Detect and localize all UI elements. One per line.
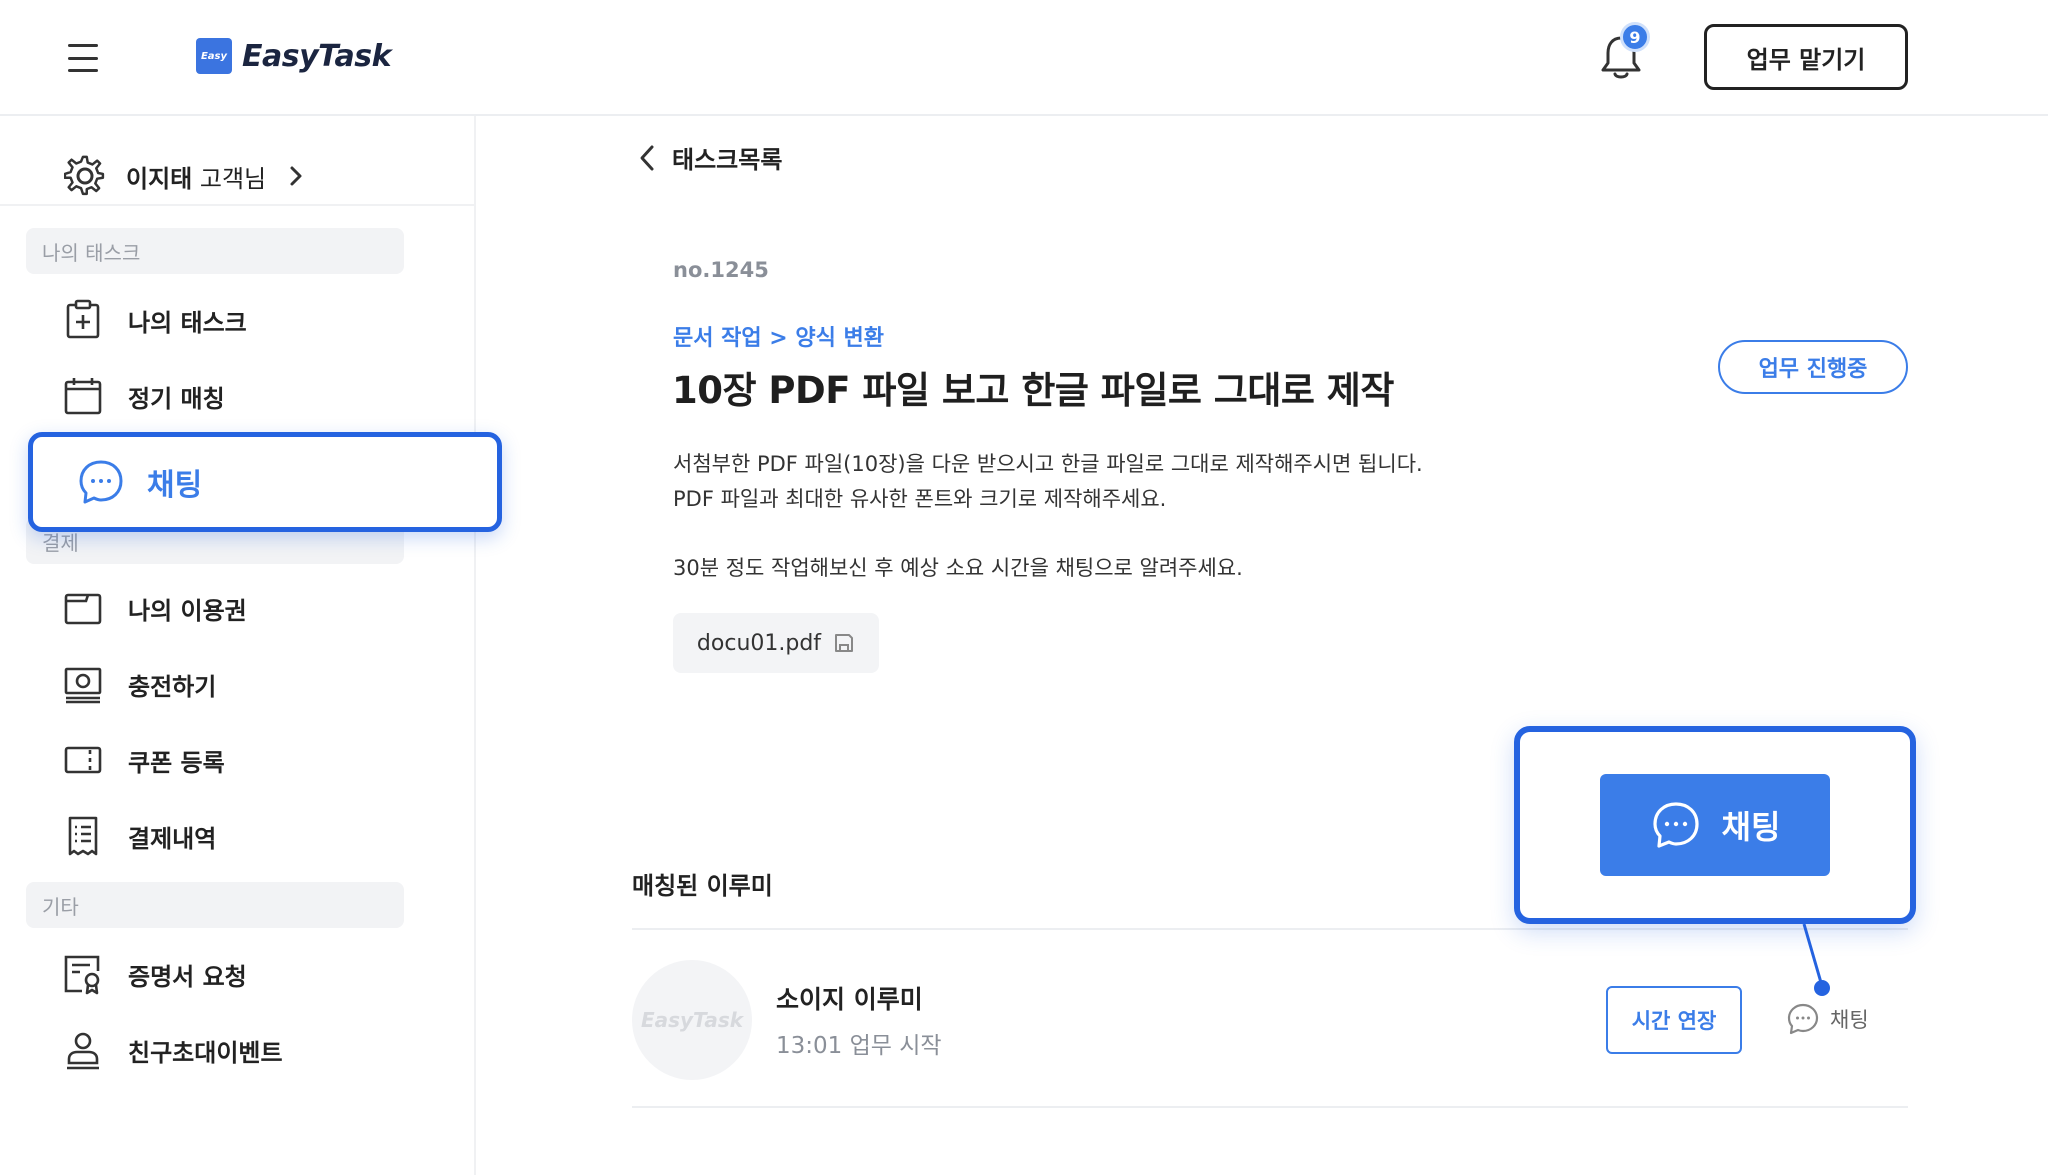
chevron-right-icon xyxy=(290,166,302,186)
logo-mark: Easy xyxy=(196,38,232,74)
certificate-icon xyxy=(64,955,100,995)
matched-iru-title: 매칭된 이루미 xyxy=(632,872,773,900)
divider xyxy=(632,1106,1908,1108)
chevron-left-icon xyxy=(640,145,654,170)
calendar-icon xyxy=(64,378,102,415)
sidebar-item-label: 충전하기 xyxy=(128,672,217,701)
sidebar-item-charge[interactable]: 충전하기 xyxy=(62,656,216,712)
logo-text: EasyTask xyxy=(242,38,392,74)
task-number: no.1245 xyxy=(673,258,769,282)
chat-label: 채팅 xyxy=(1830,1008,1869,1032)
description-line: 서첨부한 PDF 파일(10장)을 다운 받으시고 한글 파일로 그대로 제작해… xyxy=(673,452,1423,476)
chat-bubble-icon xyxy=(1787,1003,1819,1035)
sidebar-item-my-voucher[interactable]: 나의 이용권 xyxy=(62,580,247,636)
back-label: 태스크목록 xyxy=(672,146,783,174)
sidebar-item-label: 결제내역 xyxy=(128,824,217,853)
sidebar-item-label: 정기 매칭 xyxy=(128,384,225,413)
avatar: EasyTask xyxy=(632,960,752,1080)
sidebar-item-label: 나의 이용권 xyxy=(128,596,247,625)
coupon-icon xyxy=(64,746,102,774)
logo[interactable]: Easy EasyTask xyxy=(196,38,392,74)
sidebar-item-coupon[interactable]: 쿠폰 등록 xyxy=(62,732,225,788)
iru-chat-button[interactable]: 채팅 xyxy=(1786,1002,1869,1036)
receipt-icon xyxy=(68,816,98,856)
chat-bubble-icon xyxy=(1652,802,1699,848)
hamburger-menu-icon[interactable] xyxy=(68,44,98,72)
money-icon xyxy=(64,667,102,704)
sidebar-item-my-task[interactable]: 나의 태스크 xyxy=(62,292,247,348)
clipboard-add-icon xyxy=(66,299,100,339)
iru-work-status: 13:01 업무 시작 xyxy=(776,1033,942,1059)
status-badge: 업무 진행중 xyxy=(1718,340,1908,394)
sidebar-item-label: 쿠폰 등록 xyxy=(128,748,225,777)
sidebar-item-chat[interactable]: 채팅 xyxy=(28,432,502,532)
wallet-icon xyxy=(64,593,102,625)
sidebar-item-payment-history[interactable]: 결제내역 xyxy=(62,808,216,864)
description-line: 30분 정도 작업해보신 후 예상 소요 시간을 채팅으로 알려주세요. xyxy=(673,556,1243,580)
sidebar-item-regular-matching[interactable]: 정기 매칭 xyxy=(62,368,225,424)
divider xyxy=(632,928,1908,930)
task-category-breadcrumb: 문서 작업 > 양식 변환 xyxy=(673,326,884,351)
file-name: docu01.pdf xyxy=(696,630,822,656)
sidebar: 이지태 고객님 나의 태스크 나의 태스크 정기 매칭 결제 나의 이용권 충전… xyxy=(0,116,502,1175)
sidebar-item-label: 증명서 요청 xyxy=(128,962,247,991)
save-icon xyxy=(835,634,854,652)
notification-badge: 9 xyxy=(1620,22,1650,52)
gear-icon xyxy=(64,155,105,196)
user-icon xyxy=(67,1032,99,1070)
section-label-etc: 기타 xyxy=(26,882,404,928)
back-to-task-list[interactable]: 태스크목록 xyxy=(636,140,782,175)
iru-name: 소이지 이루미 xyxy=(776,985,923,1014)
sidebar-item-certificate[interactable]: 증명서 요청 xyxy=(62,946,247,1002)
user-profile-link[interactable]: 이지태 고객님 xyxy=(64,138,306,214)
chat-bubble-icon xyxy=(79,460,123,504)
description-line: PDF 파일과 최대한 유사한 폰트와 크기로 제작해주세요. xyxy=(673,487,1167,511)
sidebar-item-invite-friends[interactable]: 친구초대이벤트 xyxy=(62,1022,283,1078)
sidebar-item-label: 채팅 xyxy=(147,468,203,503)
extend-time-button[interactable]: 시간 연장 xyxy=(1606,986,1742,1054)
attachment-file[interactable]: docu01.pdf xyxy=(673,613,879,673)
chat-button-label: 채팅 xyxy=(1721,808,1781,846)
top-header: Easy EasyTask 9 업무 맡기기 xyxy=(0,0,2048,116)
divider xyxy=(0,204,476,206)
section-label-my-task: 나의 태스크 xyxy=(26,228,404,274)
chat-button-callout: 채팅 xyxy=(1514,726,1916,924)
request-task-button[interactable]: 업무 맡기기 xyxy=(1704,24,1908,90)
sidebar-item-label: 나의 태스크 xyxy=(128,308,247,337)
page-title: 10장 PDF 파일 보고 한글 파일로 그대로 제작 xyxy=(672,369,1394,412)
user-name: 이지태 고객님 xyxy=(126,164,267,193)
sidebar-item-label: 친구초대이벤트 xyxy=(128,1038,283,1067)
chat-button[interactable]: 채팅 xyxy=(1600,774,1830,876)
